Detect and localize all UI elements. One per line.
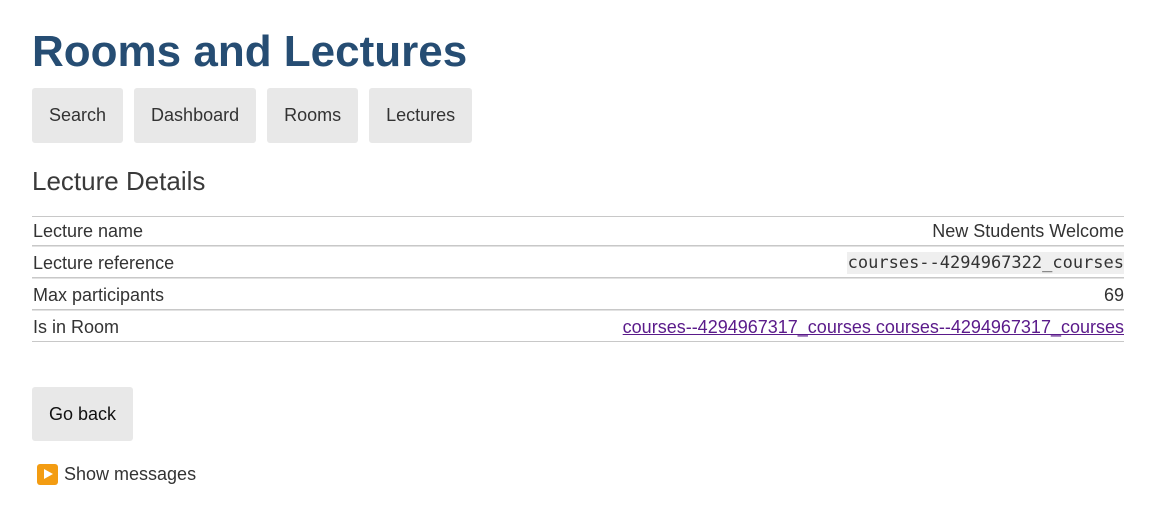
nav-rooms-button[interactable]: Rooms <box>267 88 359 143</box>
detail-label: Lecture name <box>33 220 144 241</box>
lecture-details-table: Lecture name New Students Welcome Lectur… <box>32 216 1124 342</box>
go-back-button[interactable]: Go back <box>32 387 134 441</box>
detail-row-max-participants: Max participants 69 <box>32 281 1124 310</box>
max-participants-value: 69 <box>1103 284 1124 305</box>
section-title: Lecture Details <box>32 166 206 196</box>
play-button-icon <box>37 464 58 485</box>
main-nav: Search Dashboard Rooms Lectures <box>32 88 473 143</box>
lecture-reference-value: courses--4294967322_courses <box>846 252 1124 274</box>
detail-label: Max participants <box>33 284 165 305</box>
lecture-name-value: New Students Welcome <box>932 220 1124 241</box>
detail-row-room: Is in Room courses--4294967317_courses c… <box>32 313 1124 342</box>
nav-search-button[interactable]: Search <box>32 88 124 143</box>
page-title: Rooms and Lectures <box>32 27 468 76</box>
nav-dashboard-button[interactable]: Dashboard <box>134 88 257 143</box>
detail-row-lecture-name: Lecture name New Students Welcome <box>32 217 1124 246</box>
detail-label: Is in Room <box>33 316 120 337</box>
nav-lectures-button[interactable]: Lectures <box>369 88 473 143</box>
detail-label: Lecture reference <box>33 252 175 273</box>
show-messages-label: Show messages <box>64 464 197 484</box>
show-messages-toggle[interactable]: Show messages <box>37 464 196 485</box>
room-link[interactable]: courses--4294967317_courses courses--429… <box>623 317 1124 338</box>
detail-row-lecture-reference: Lecture reference courses--4294967322_co… <box>32 249 1124 278</box>
